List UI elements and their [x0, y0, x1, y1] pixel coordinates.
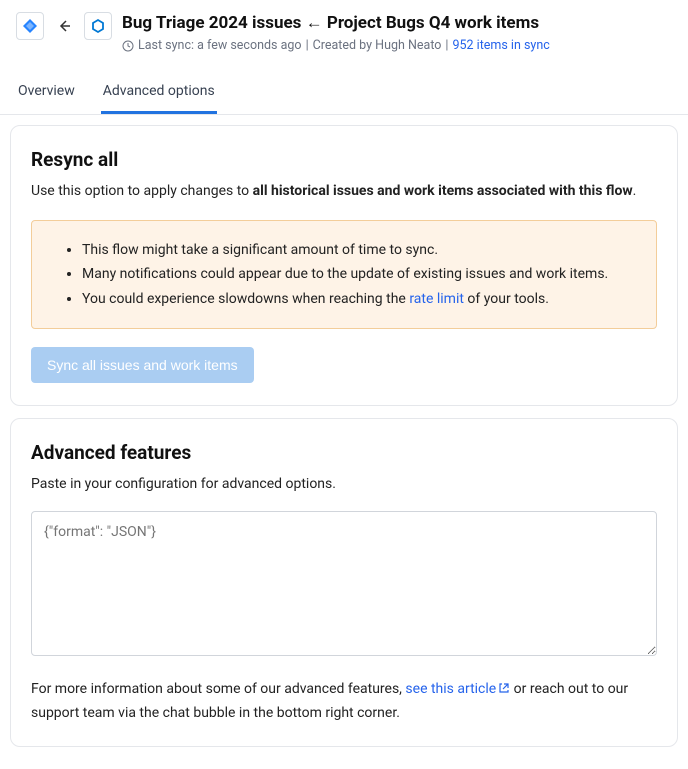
back-arrow-icon[interactable]	[54, 12, 74, 40]
external-link-icon	[498, 679, 510, 701]
tab-overview[interactable]: Overview	[16, 71, 77, 114]
devops-app-icon[interactable]	[84, 12, 112, 40]
rate-limit-link[interactable]: rate limit	[409, 291, 464, 307]
warning-item: This flow might take a significant amoun…	[82, 239, 640, 261]
resync-warning-box: This flow might take a significant amoun…	[31, 220, 657, 329]
advanced-features-card: Advanced features Paste in your configur…	[10, 418, 678, 747]
config-textarea[interactable]	[31, 511, 657, 656]
jira-app-icon[interactable]	[16, 12, 44, 40]
devops-icon	[90, 18, 106, 34]
page-title: Bug Triage 2024 issues ← Project Bugs Q4…	[122, 12, 672, 34]
resync-description: Use this option to apply changes to all …	[31, 181, 657, 202]
advanced-footer: For more information about some of our a…	[31, 678, 657, 724]
advanced-title: Advanced features	[31, 441, 657, 464]
warning-item: Many notifications could appear due to t…	[82, 263, 640, 285]
last-sync-label: Last sync: a few seconds ago	[138, 38, 302, 53]
warning-item: You could experience slowdowns when reac…	[82, 288, 640, 310]
jira-icon	[22, 18, 38, 34]
see-article-link[interactable]: see this article	[405, 681, 510, 697]
advanced-description: Paste in your configuration for advanced…	[31, 474, 657, 495]
tab-advanced-options[interactable]: Advanced options	[101, 71, 217, 114]
created-by-label: Created by Hugh Neato	[313, 38, 442, 53]
page-subtitle: Last sync: a few seconds ago | Created b…	[122, 38, 672, 53]
items-in-sync-link[interactable]: 952 items in sync	[452, 38, 549, 53]
sync-all-button[interactable]: Sync all issues and work items	[31, 347, 254, 383]
resync-title: Resync all	[31, 148, 657, 171]
clock-icon	[122, 40, 134, 52]
resync-card: Resync all Use this option to apply chan…	[10, 125, 678, 406]
